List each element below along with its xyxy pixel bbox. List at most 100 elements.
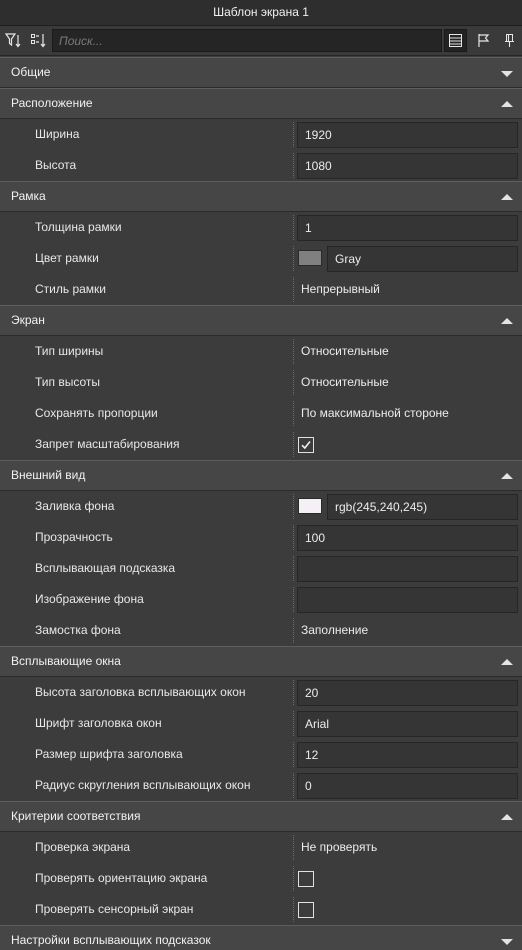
section-title: Расположение <box>11 96 93 110</box>
column-divider[interactable] <box>293 494 294 519</box>
column-divider[interactable] <box>293 680 294 705</box>
property-row-corner-radius: Радиус скругления всплывающих окон 0 <box>0 770 522 801</box>
property-row-height: Высота 1080 <box>0 150 522 181</box>
column-divider[interactable] <box>293 742 294 767</box>
section-popups[interactable]: Всплывающие окна <box>0 646 522 677</box>
property-row-screen-check: Проверка экрана Не проверять <box>0 832 522 863</box>
pin-icon[interactable] <box>498 29 521 52</box>
section-title: Настройки всплывающих подсказок <box>11 933 211 947</box>
checkmark-icon <box>301 441 311 450</box>
chevron-up-icon[interactable] <box>501 194 513 200</box>
orientation-checkbox[interactable] <box>298 871 314 887</box>
filter-sort-icon[interactable] <box>2 29 25 52</box>
section-appearance[interactable]: Внешний вид <box>0 460 522 491</box>
header-height-field[interactable]: 20 <box>297 680 518 706</box>
color-swatch[interactable] <box>298 250 322 266</box>
property-row-header-font: Шрифт заголовка окон Arial <box>0 708 522 739</box>
section-title: Критерии соответствия <box>11 809 141 823</box>
column-divider[interactable] <box>293 122 294 147</box>
property-label: Замостка фона <box>35 623 121 637</box>
column-divider[interactable] <box>293 556 294 581</box>
property-label: Толщина рамки <box>35 220 122 234</box>
chevron-up-icon[interactable] <box>501 318 513 324</box>
column-divider[interactable] <box>293 370 294 395</box>
property-label: Ширина <box>35 127 80 141</box>
property-label: Проверка экрана <box>35 840 131 854</box>
property-label: Заливка фона <box>35 499 115 513</box>
property-label: Всплывающая подсказка <box>35 561 176 575</box>
corner-radius-field[interactable]: 0 <box>297 773 518 799</box>
column-divider[interactable] <box>293 835 294 860</box>
width-type-value[interactable]: Относительные <box>301 336 389 367</box>
keep-ratio-value[interactable]: По максимальной стороне <box>301 398 449 429</box>
frame-thickness-field[interactable]: 1 <box>297 215 518 241</box>
column-divider[interactable] <box>293 339 294 364</box>
property-label: Тип высоты <box>35 375 101 389</box>
column-divider[interactable] <box>293 525 294 550</box>
section-criteria[interactable]: Критерии соответствия <box>0 801 522 832</box>
color-swatch[interactable] <box>298 498 322 514</box>
flag-icon[interactable] <box>472 29 495 52</box>
property-grid: Общие Расположение Ширина 1920 Высота 10… <box>0 57 522 950</box>
section-location[interactable]: Расположение <box>0 88 522 119</box>
property-row-width: Ширина 1920 <box>0 119 522 150</box>
screen-check-value[interactable]: Не проверять <box>301 832 377 863</box>
property-row-width-type: Тип ширины Относительные <box>0 336 522 367</box>
chevron-down-icon[interactable] <box>501 939 513 945</box>
column-divider[interactable] <box>293 866 294 891</box>
opacity-field[interactable]: 100 <box>297 525 518 551</box>
bg-image-field[interactable] <box>297 587 518 613</box>
chevron-up-icon[interactable] <box>501 814 513 820</box>
chevron-down-icon[interactable] <box>501 71 513 77</box>
property-row-no-scale: Запрет масштабирования <box>0 429 522 460</box>
section-title: Общие <box>11 65 51 79</box>
property-row-orientation: Проверять ориентацию экрана <box>0 863 522 894</box>
column-divider[interactable] <box>293 432 294 457</box>
fill-color-field[interactable]: rgb(245,240,245) <box>327 494 518 520</box>
height-type-value[interactable]: Относительные <box>301 367 389 398</box>
property-row-frame-thickness: Толщина рамки 1 <box>0 212 522 243</box>
column-divider[interactable] <box>293 773 294 798</box>
property-label: Высота заголовка всплывающих окон <box>35 685 246 699</box>
touch-checkbox[interactable] <box>298 902 314 918</box>
chevron-up-icon[interactable] <box>501 659 513 665</box>
column-divider[interactable] <box>293 711 294 736</box>
search-input[interactable] <box>52 29 442 52</box>
property-row-tiling: Замостка фона Заполнение <box>0 615 522 646</box>
section-screen[interactable]: Экран <box>0 305 522 336</box>
column-divider[interactable] <box>293 587 294 612</box>
column-divider[interactable] <box>293 401 294 426</box>
column-divider[interactable] <box>293 153 294 178</box>
property-row-fill: Заливка фона rgb(245,240,245) <box>0 491 522 522</box>
column-divider[interactable] <box>293 277 294 302</box>
properties-list-icon[interactable] <box>444 29 467 52</box>
frame-color-field[interactable]: Gray <box>327 246 518 272</box>
width-field[interactable]: 1920 <box>297 122 518 148</box>
column-divider[interactable] <box>293 215 294 240</box>
chevron-up-icon[interactable] <box>501 101 513 107</box>
tooltip-field[interactable] <box>297 556 518 582</box>
section-frame[interactable]: Рамка <box>0 181 522 212</box>
property-row-height-type: Тип высоты Относительные <box>0 367 522 398</box>
categorize-sort-icon[interactable] <box>27 29 50 52</box>
property-row-frame-style: Стиль рамки Непрерывный <box>0 274 522 305</box>
height-field[interactable]: 1080 <box>297 153 518 179</box>
header-font-field[interactable]: Arial <box>297 711 518 737</box>
property-row-frame-color: Цвет рамки Gray <box>0 243 522 274</box>
frame-style-value[interactable]: Непрерывный <box>301 274 380 305</box>
section-title: Экран <box>11 313 45 327</box>
section-tooltip-settings[interactable]: Настройки всплывающих подсказок <box>0 925 522 950</box>
section-general[interactable]: Общие <box>0 57 522 88</box>
chevron-up-icon[interactable] <box>501 473 513 479</box>
tiling-value[interactable]: Заполнение <box>301 615 368 646</box>
property-label: Изображение фона <box>35 592 144 606</box>
column-divider[interactable] <box>293 897 294 922</box>
property-row-keep-ratio: Сохранять пропорции По максимальной стор… <box>0 398 522 429</box>
section-title: Рамка <box>11 189 46 203</box>
column-divider[interactable] <box>293 246 294 271</box>
property-row-touch: Проверять сенсорный экран <box>0 894 522 925</box>
no-scale-checkbox[interactable] <box>298 437 314 453</box>
property-label: Радиус скругления всплывающих окон <box>35 778 251 792</box>
column-divider[interactable] <box>293 618 294 643</box>
header-font-size-field[interactable]: 12 <box>297 742 518 768</box>
